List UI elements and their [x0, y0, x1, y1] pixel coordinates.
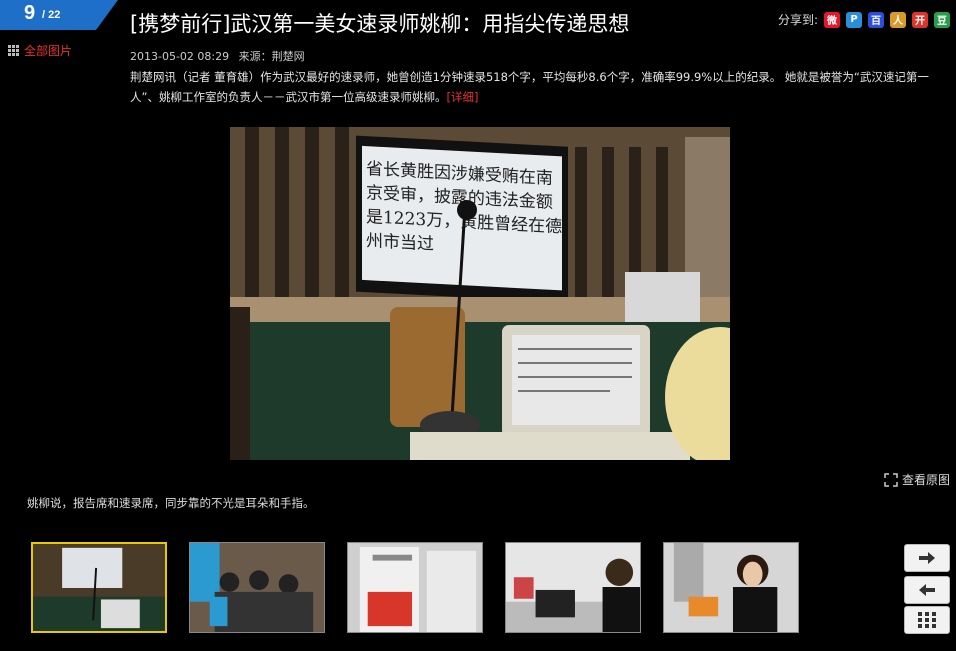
publish-date: 2013-05-02 08:29 — [130, 50, 230, 63]
grid-icon — [8, 45, 19, 56]
kaixin-share-icon[interactable]: 开 — [912, 11, 928, 28]
grid-view-icon — [918, 612, 936, 628]
total-count: / 22 — [42, 9, 61, 21]
current-index: 9 — [24, 2, 36, 24]
renren-share-icon[interactable]: 人 — [890, 11, 906, 28]
all-pictures-label: 全部图片 — [24, 44, 73, 58]
view-original-label: 查看原图 — [901, 473, 950, 487]
all-pictures-link[interactable]: 全部图片 — [8, 42, 72, 59]
thumbnail-4-image — [506, 543, 640, 632]
next-image-button[interactable] — [904, 544, 950, 572]
thumbnail-4[interactable] — [505, 542, 641, 633]
share-bar: 分享到: 微 P 百 人 开 豆 — [778, 11, 950, 28]
share-label: 分享到: — [777, 13, 818, 27]
qzone-share-icon[interactable]: P — [846, 11, 862, 28]
page-title: [携梦前行]武汉第一美女速录师姚柳：用指尖传递思想 — [130, 12, 630, 36]
arrow-left-icon — [919, 584, 935, 596]
main-photo-image: 省长黄胜因涉嫌受贿在南 京受审，披露的违法金额 是1223万，黄胜曾经在德 州市… — [230, 127, 730, 460]
screen-line-4: 州市当过 — [366, 231, 434, 255]
view-original-link[interactable]: 查看原图 — [884, 471, 950, 488]
weibo-share-icon[interactable]: 微 — [824, 11, 840, 28]
expand-icon — [884, 472, 898, 487]
thumbnail-1[interactable] — [31, 542, 167, 633]
photo-caption: 姚柳说，报告席和速录席，同步靠的不光是耳朵和手指。 — [27, 496, 315, 510]
more-details-link[interactable]: [详细] — [446, 90, 478, 104]
douban-share-icon[interactable]: 豆 — [934, 11, 950, 28]
article-meta: 2013-05-02 08:29 来源：荆楚网 — [130, 48, 305, 64]
main-photo[interactable]: 省长黄胜因涉嫌受贿在南 京受审，披露的违法金额 是1223万，黄胜曾经在德 州市… — [230, 127, 730, 460]
source-label: 来源：荆楚网 — [238, 50, 305, 63]
thumbnail-2[interactable] — [189, 542, 325, 633]
thumbnail-5-image — [664, 543, 798, 632]
previous-image-button[interactable] — [904, 576, 950, 604]
thumbnail-3-image — [348, 543, 482, 632]
image-counter: 9 / 22 — [0, 0, 118, 30]
thumbnail-2-image — [190, 543, 324, 632]
arrow-right-icon — [919, 552, 935, 564]
thumbnail-1-image — [33, 544, 165, 631]
article-description: 荆楚网讯（记者 董育雄）作为武汉最好的速录师，她曾创造1分钟速录518个字，平均… — [130, 67, 952, 107]
thumbnail-3[interactable] — [347, 542, 483, 633]
description-text: 荆楚网讯（记者 董育雄）作为武汉最好的速录师，她曾创造1分钟速录518个字，平均… — [130, 70, 929, 104]
baidu-share-icon[interactable]: 百 — [868, 11, 884, 28]
grid-view-button[interactable] — [904, 606, 950, 634]
thumbnail-5[interactable] — [663, 542, 799, 633]
